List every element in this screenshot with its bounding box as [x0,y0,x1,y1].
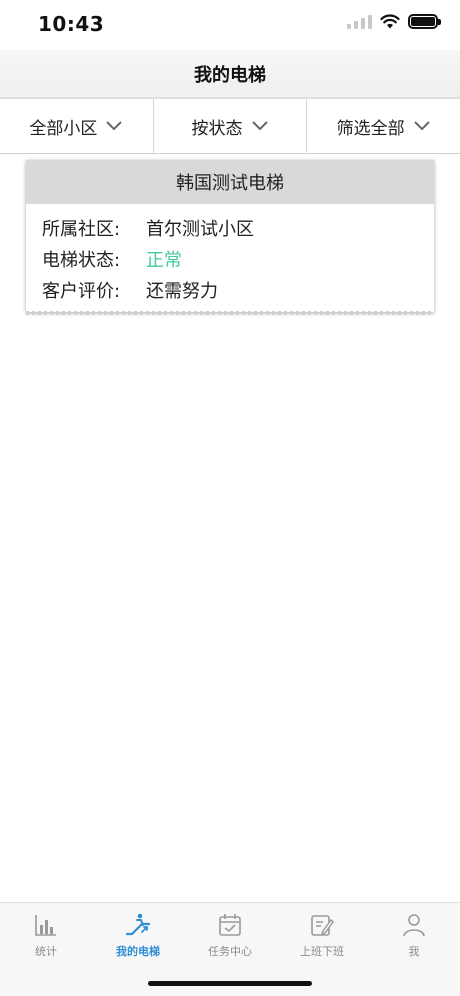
filter-bar: 全部小区 按状态 筛选全部 [0,98,460,154]
status-label: 电梯状态: [42,249,121,271]
page-title: 我的电梯 [194,64,266,86]
filter-status-dropdown[interactable]: 按状态 [154,99,308,153]
tab-clock-in-out[interactable]: 上班下班 [276,903,368,965]
navigation-bar: 我的电梯 [0,50,460,98]
status-time: 10:43 [38,12,105,36]
rating-row: 客户评价: 还需努力 [42,274,418,305]
chevron-down-icon [106,121,123,131]
status-bar: 10:43 [0,0,460,50]
tab-label: 统计 [35,945,57,958]
elevator-card-body: 所属社区: 首尔测试小区 电梯状态: 正常 客户评价: 还需努力 [26,204,434,305]
calendar-check-icon [219,914,241,936]
bar-chart-icon [35,915,56,936]
elevator-card-title: 韩国测试电梯 [26,160,434,204]
card-dashed-edge [26,311,434,315]
rating-value: 还需努力 [146,280,218,302]
status-icons [347,14,441,29]
filter-label: 按状态 [191,118,243,139]
battery-icon [408,14,441,29]
rating-label: 客户评价: [42,280,121,302]
community-label: 所属社区: [42,218,121,240]
filter-all-dropdown[interactable]: 筛选全部 [307,99,460,153]
tab-statistics[interactable]: 统计 [0,903,92,965]
chevron-down-icon [251,121,268,131]
tab-bar: 统计 我的电梯 任务中心 上班下班 我 [0,902,460,996]
clipboard-edit-icon [311,915,334,936]
filter-label: 全部小区 [29,118,98,139]
filter-community-dropdown[interactable]: 全部小区 [0,99,154,153]
community-row: 所属社区: 首尔测试小区 [42,212,418,243]
community-value: 首尔测试小区 [146,218,254,240]
tab-task-center[interactable]: 任务中心 [184,903,276,965]
chevron-down-icon [413,121,430,131]
tab-me[interactable]: 我 [368,903,460,965]
tab-label: 上班下班 [300,945,344,958]
cellular-signal-icon [347,14,372,29]
escalator-icon [125,913,151,936]
status-row: 电梯状态: 正常 [42,243,418,274]
wifi-icon [380,14,400,29]
home-indicator [148,981,312,986]
tab-label: 我的电梯 [116,945,160,958]
status-value: 正常 [146,249,182,271]
person-icon [403,914,425,937]
tab-label: 任务中心 [208,945,252,958]
tab-my-elevator[interactable]: 我的电梯 [92,903,184,965]
filter-label: 筛选全部 [336,118,405,139]
screen: 10:43 我的电梯 全部小区 按状态 筛选全部 韩国测试电梯 所属社区: 首尔… [0,0,460,996]
elevator-card[interactable]: 韩国测试电梯 所属社区: 首尔测试小区 电梯状态: 正常 客户评价: 还需努力 [26,160,434,315]
tab-label: 我 [408,945,420,958]
